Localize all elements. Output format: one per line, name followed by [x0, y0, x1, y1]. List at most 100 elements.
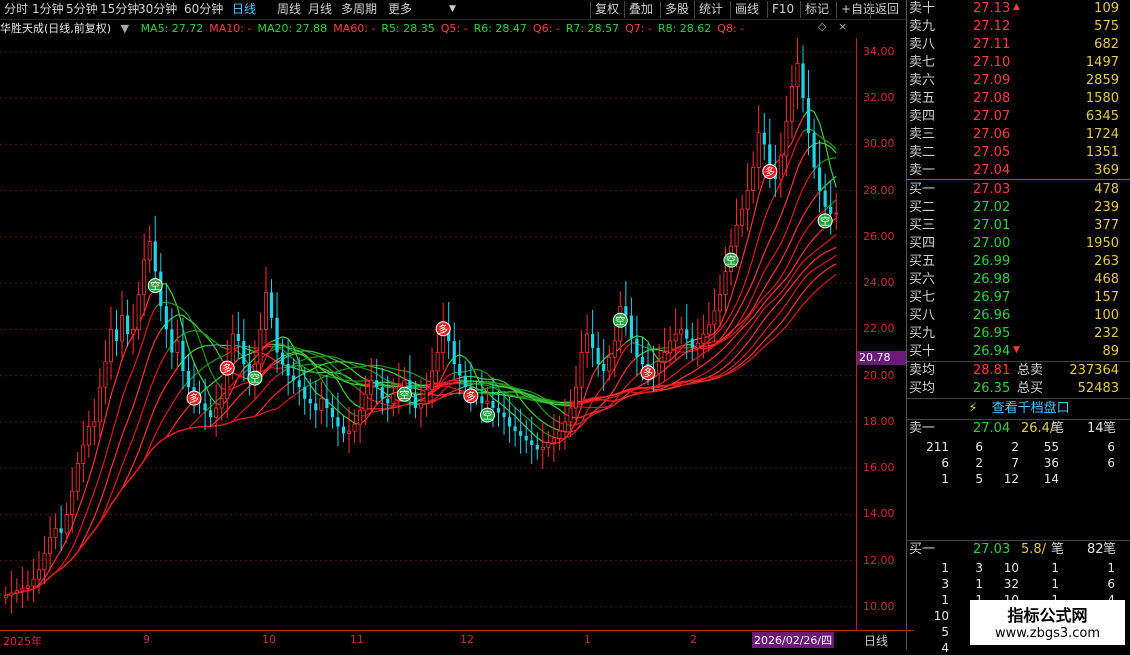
candle-body [779, 156, 782, 179]
ribbon-segment [482, 385, 488, 386]
candle-body [818, 168, 821, 191]
order-book-row[interactable]: 买七26.97157 [907, 289, 1119, 307]
ribbon-segment [781, 292, 787, 299]
legend-dropdown-icon[interactable]: ▼ [121, 22, 129, 35]
ribbon-segment [759, 178, 765, 195]
candle-body [630, 316, 633, 339]
order-book-row[interactable]: 卖一27.04369 [907, 162, 1119, 180]
ribbon-segment [493, 379, 499, 380]
ribbon-segment [737, 291, 743, 304]
ribbon-segment [526, 427, 532, 432]
candle-body [491, 401, 494, 408]
order-book-row[interactable]: 买六26.98468 [907, 271, 1119, 289]
candle-body [336, 417, 339, 426]
ribbon-segment [781, 268, 787, 277]
signal-label: 多 [438, 323, 448, 336]
period-tab-2[interactable]: 5分钟 [66, 1, 98, 18]
toolbar-action-1[interactable]: 叠加 [624, 1, 653, 18]
candle-body [10, 593, 13, 595]
ribbon-segment [482, 388, 488, 389]
order-book-row[interactable]: 卖八27.11682 [907, 36, 1119, 54]
candle-body [635, 339, 638, 358]
order-book-row[interactable]: 买一27.03478 [907, 181, 1119, 199]
order-book-row[interactable]: 买四27.001950 [907, 235, 1119, 253]
ribbon-segment [676, 369, 682, 374]
period-tab-8[interactable]: 月线 [308, 1, 332, 18]
period-tab-5[interactable]: 60分钟 [184, 1, 223, 18]
order-book-row[interactable]: 买八26.96100 [907, 307, 1119, 325]
toolbar-action-5[interactable]: F10 [767, 1, 794, 18]
period-tab-6[interactable]: 日线 [232, 1, 256, 18]
more-dropdown-icon[interactable]: ▼ [449, 1, 456, 18]
ribbon-segment [283, 384, 289, 388]
ribbon-segment [786, 277, 792, 285]
ribbon-segment [327, 362, 333, 363]
period-tab-10[interactable]: 更多 [388, 1, 412, 18]
order-book-row[interactable]: 卖七27.101497 [907, 54, 1119, 72]
period-tab-4[interactable]: 30分钟 [138, 1, 177, 18]
period-tab-0[interactable]: 分时 [4, 1, 28, 18]
ribbon-segment [310, 357, 316, 358]
order-book-row[interactable]: 买五26.99263 [907, 253, 1119, 271]
order-book-row[interactable]: 卖五27.081580 [907, 90, 1119, 108]
candle-body [325, 399, 328, 408]
period-tab-1[interactable]: 1分钟 [32, 1, 64, 18]
toolbar-action-0[interactable]: 复权 [590, 1, 619, 18]
ribbon-segment [100, 457, 106, 475]
toolbar-action-6[interactable]: 标记 [800, 1, 829, 18]
order-volume: 1950 [1086, 235, 1119, 253]
kline-chart[interactable]: 多空多空空多多空空多多空空 [0, 38, 856, 630]
toolbar-action-4[interactable]: 画线 [730, 1, 759, 18]
ribbon-segment [809, 238, 815, 245]
period-tab-3[interactable]: 15分钟 [100, 1, 139, 18]
toolbar-action-8[interactable]: 返回 [870, 1, 899, 18]
order-book-row[interactable]: 卖二27.051351 [907, 144, 1119, 162]
ribbon-segment [238, 418, 244, 419]
ribbon-segment [487, 385, 493, 387]
ribbon-segment [626, 363, 632, 370]
ribbon-segment [349, 411, 355, 415]
toolbar-action-2[interactable]: 多股 [660, 1, 689, 18]
toolbar-action-3[interactable]: 统计 [694, 1, 723, 18]
order-book-row[interactable]: 买九26.95232 [907, 325, 1119, 343]
order-level-label: 卖六 [909, 72, 935, 90]
ribbon-segment [692, 377, 698, 379]
ribbon-segment [803, 298, 809, 304]
candle-body [115, 329, 118, 341]
order-book-row[interactable]: 卖九27.12575 [907, 18, 1119, 36]
chart-close-icon[interactable]: × [838, 20, 847, 33]
ribbon-segment [753, 267, 759, 281]
ribbon-segment [753, 327, 759, 335]
candle-body [303, 387, 306, 399]
ribbon-segment [775, 299, 781, 306]
ribbon-segment [687, 372, 693, 375]
order-book-row[interactable]: 卖三27.061724 [907, 126, 1119, 144]
chart-settings-icon[interactable]: ◇ [818, 20, 826, 33]
price-tick: 18.00 [863, 415, 895, 428]
order-book-row[interactable]: 买二27.02239 [907, 199, 1119, 217]
order-level-label: 买十 [909, 343, 935, 361]
period-tab-9[interactable]: 多周期 [341, 1, 377, 18]
ribbon-segment [820, 283, 826, 288]
ribbon-segment [775, 261, 781, 270]
period-tab-7[interactable]: 周线 [277, 1, 301, 18]
ribbon-segment [698, 365, 704, 369]
signal-marker: 空 [818, 214, 832, 228]
order-book-row[interactable]: 卖六27.092859 [907, 72, 1119, 90]
view-1000-level-button[interactable]: ⚡查看千档盘口 [907, 400, 1130, 418]
queue-cell: 3 [919, 577, 949, 591]
ribbon-segment [94, 475, 100, 492]
candle-body [514, 427, 517, 432]
ribbon-segment [532, 422, 538, 427]
ribbon-segment [388, 387, 394, 388]
ribbon-segment [200, 412, 206, 417]
ribbon-segment [399, 376, 405, 379]
ribbon-segment [737, 329, 743, 335]
ribbon-segment [144, 354, 150, 372]
date-tick: 2 [690, 633, 697, 646]
order-book-row[interactable]: 卖四27.076345 [907, 108, 1119, 126]
order-level-label: 卖七 [909, 54, 935, 72]
ribbon-segment [150, 308, 156, 320]
ribbon-segment [111, 418, 117, 437]
order-book-row[interactable]: 买三27.01377 [907, 217, 1119, 235]
